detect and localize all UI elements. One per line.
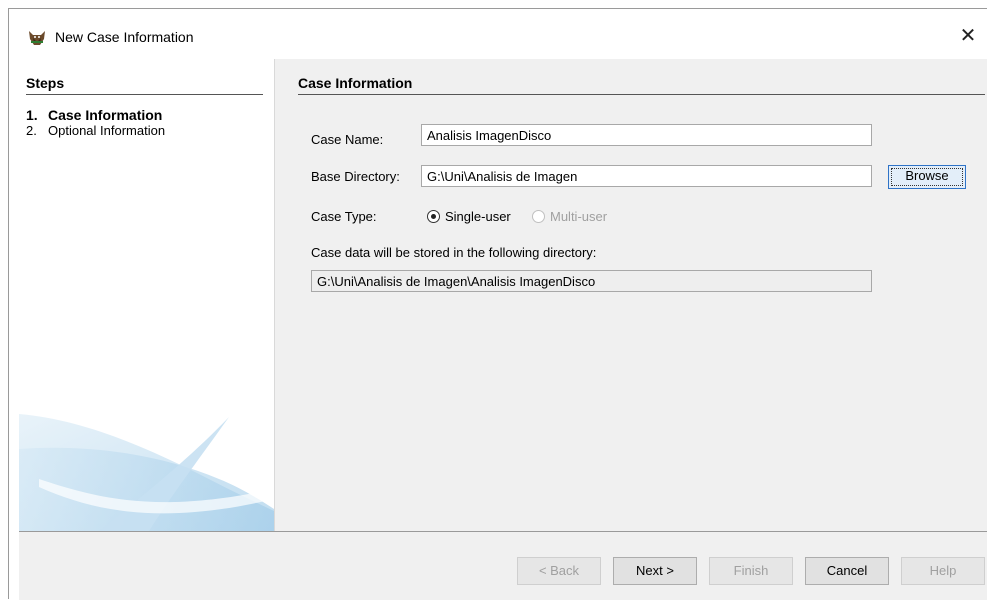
steps-panel: Steps 1. Case Information 2. Optional Info… bbox=[19, 59, 274, 531]
base-directory-label: Base Directory: bbox=[311, 169, 400, 184]
radio-checked-icon bbox=[427, 210, 440, 223]
step-optional-information: 2. Optional Information bbox=[26, 123, 165, 138]
browse-button[interactable]: Browse bbox=[888, 165, 966, 189]
multi-user-radio[interactable]: Multi-user bbox=[532, 209, 607, 224]
case-name-label: Case Name: bbox=[311, 132, 384, 147]
step-number: 1. bbox=[26, 107, 38, 123]
step-label: Optional Information bbox=[48, 123, 166, 138]
multi-user-label: Multi-user bbox=[550, 209, 608, 224]
finish-button[interactable]: Finish bbox=[709, 557, 793, 585]
title-bar: New Case Information ✕ bbox=[9, 9, 987, 59]
panel-divider bbox=[274, 59, 275, 531]
step-case-information: 1. Case Information bbox=[26, 107, 162, 123]
steps-divider bbox=[26, 94, 263, 95]
step-number: 2. bbox=[26, 123, 37, 138]
radio-unchecked-icon bbox=[532, 210, 545, 223]
steps-header: Steps bbox=[26, 75, 65, 91]
cancel-button[interactable]: Cancel bbox=[805, 557, 889, 585]
close-button[interactable]: ✕ bbox=[951, 23, 985, 49]
button-bar: < Back Next > Finish Cancel Help bbox=[19, 531, 987, 600]
back-button[interactable]: < Back bbox=[517, 557, 601, 585]
case-name-input[interactable]: Analisis ImagenDisco bbox=[421, 124, 872, 146]
section-title: Case Information bbox=[298, 75, 413, 91]
section-divider bbox=[298, 94, 985, 95]
next-button[interactable]: Next > bbox=[613, 557, 697, 585]
storage-info-label: Case data will be stored in the followin… bbox=[311, 245, 597, 260]
help-button[interactable]: Help bbox=[901, 557, 985, 585]
single-user-radio[interactable]: Single-user bbox=[427, 209, 511, 224]
case-type-label: Case Type: bbox=[311, 209, 377, 224]
dialog-window: New Case Information ✕ Steps 1. Case Inf… bbox=[8, 8, 987, 600]
step-label: Case Information bbox=[48, 107, 163, 123]
autopsy-dog-icon bbox=[29, 31, 45, 45]
window-title: New Case Information bbox=[55, 29, 194, 45]
storage-path-field: G:\Uni\Analisis de Imagen\Analisis Image… bbox=[311, 270, 872, 292]
single-user-label: Single-user bbox=[445, 209, 511, 224]
wizard-content: Steps 1. Case Information 2. Optional Info… bbox=[19, 59, 987, 531]
base-directory-input[interactable]: G:\Uni\Analisis de Imagen bbox=[421, 165, 872, 187]
